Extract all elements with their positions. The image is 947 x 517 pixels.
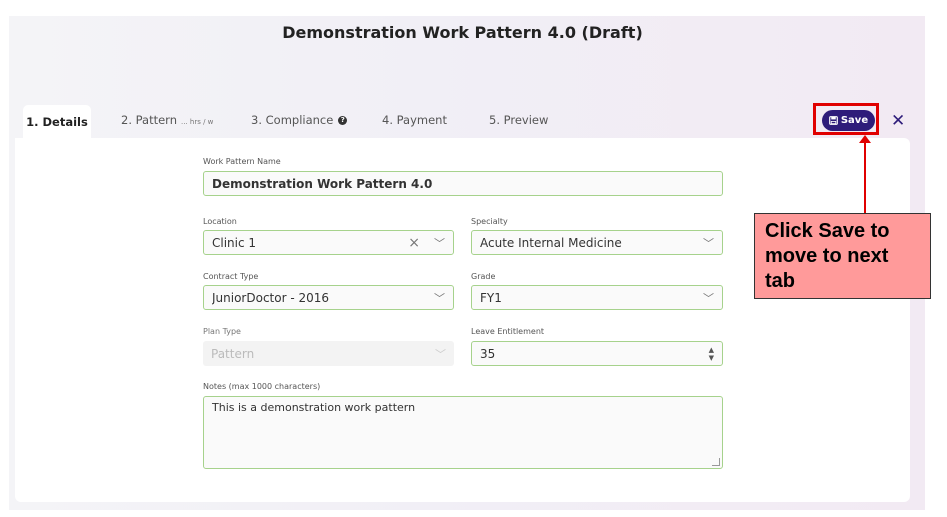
name-label: Work Pattern Name bbox=[203, 157, 281, 166]
specialty-select[interactable]: Acute Internal Medicine ﹀ bbox=[471, 230, 723, 255]
contract-type-value: JuniorDoctor - 2016 bbox=[212, 290, 330, 305]
tab-details[interactable]: 1. Details bbox=[23, 105, 91, 138]
chevron-down-icon: ﹀ bbox=[435, 347, 446, 361]
work-pattern-name-input[interactable]: Demonstration Work Pattern 4.0 bbox=[203, 171, 723, 196]
leave-entitlement-label: Leave Entitlement bbox=[471, 327, 545, 336]
location-value: Clinic 1 bbox=[212, 235, 257, 250]
tab-pattern-label: 2. Pattern bbox=[121, 113, 178, 127]
tab-compliance-label: 3. Compliance bbox=[251, 113, 334, 127]
specialty-label: Specialty bbox=[471, 217, 508, 226]
grade-value: FY1 bbox=[480, 290, 502, 305]
grade-label: Grade bbox=[471, 272, 496, 281]
work-pattern-name-value: Demonstration Work Pattern 4.0 bbox=[212, 176, 433, 191]
notes-textarea[interactable]: This is a demonstration work pattern bbox=[203, 396, 723, 469]
contract-type-label: Contract Type bbox=[203, 272, 259, 281]
chevron-down-icon: ﹀ bbox=[703, 291, 714, 305]
stepper-down-icon[interactable]: ▼ bbox=[709, 354, 714, 362]
tab-payment-label: 4. Payment bbox=[382, 113, 447, 127]
tab-preview-label: 5. Preview bbox=[489, 113, 549, 127]
notes-value: This is a demonstration work pattern bbox=[212, 401, 416, 414]
save-highlight-box bbox=[813, 103, 879, 135]
annotation-arrow-line bbox=[864, 142, 866, 214]
plan-type-value: Pattern bbox=[211, 346, 255, 361]
tab-pattern-hours: ... hrs / w bbox=[181, 118, 214, 126]
clear-icon[interactable]: × bbox=[408, 235, 420, 251]
chevron-down-icon: ﹀ bbox=[703, 236, 714, 250]
annotation-callout: Click Save to move to next tab bbox=[754, 213, 931, 299]
plan-type-label: Plan Type bbox=[203, 327, 241, 336]
specialty-value: Acute Internal Medicine bbox=[480, 235, 622, 250]
close-icon[interactable]: ✕ bbox=[891, 111, 905, 131]
location-select[interactable]: Clinic 1 × ﹀ bbox=[203, 230, 454, 255]
tab-details-label: 1. Details bbox=[26, 114, 88, 129]
notes-label: Notes (max 1000 characters) bbox=[203, 382, 321, 391]
chevron-down-icon: ﹀ bbox=[434, 236, 445, 250]
chevron-down-icon: ﹀ bbox=[434, 291, 445, 305]
leave-entitlement-input[interactable]: 35 ▲ ▼ bbox=[471, 341, 723, 366]
stepper-up-icon[interactable]: ▲ bbox=[709, 346, 714, 354]
plan-type-select: Pattern ﹀ bbox=[203, 341, 454, 366]
page-title: Demonstration Work Pattern 4.0 (Draft) bbox=[282, 23, 643, 42]
help-icon: ? bbox=[338, 116, 348, 125]
tab-pattern[interactable]: 2. Pattern... hrs / w bbox=[121, 113, 213, 127]
tab-payment[interactable]: 4. Payment bbox=[382, 113, 447, 127]
tab-preview[interactable]: 5. Preview bbox=[489, 113, 548, 127]
grade-select[interactable]: FY1 ﹀ bbox=[471, 285, 723, 310]
contract-type-select[interactable]: JuniorDoctor - 2016 ﹀ bbox=[203, 285, 454, 310]
resize-handle[interactable] bbox=[712, 458, 720, 466]
leave-entitlement-value: 35 bbox=[480, 346, 496, 361]
number-stepper[interactable]: ▲ ▼ bbox=[709, 346, 714, 362]
tab-compliance[interactable]: 3. Compliance? bbox=[251, 113, 348, 127]
location-label: Location bbox=[203, 217, 237, 226]
